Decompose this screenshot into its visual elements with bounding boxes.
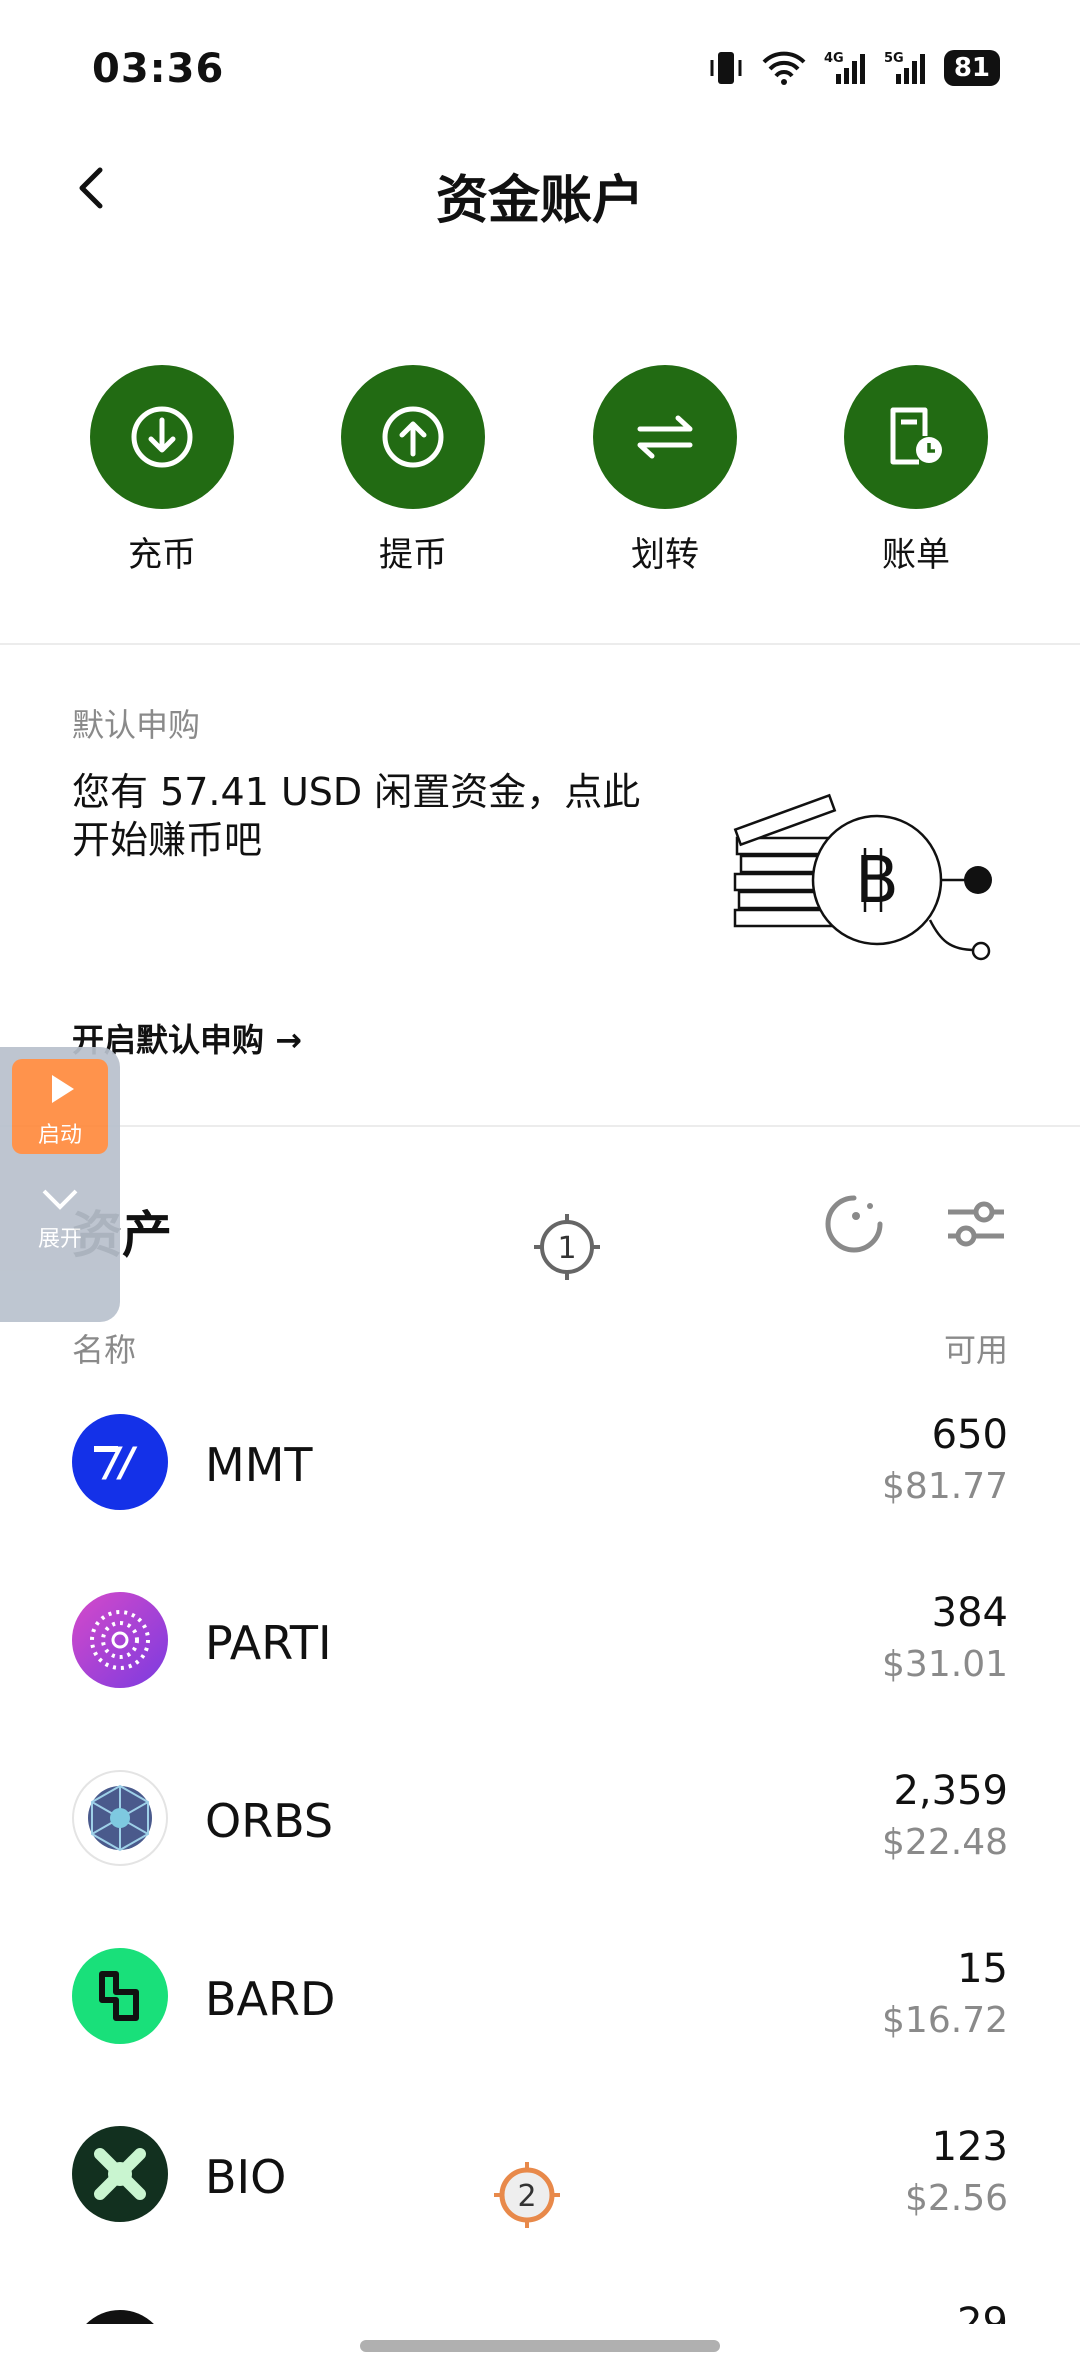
status-bar: 03:36 4G 5G 81 [0, 0, 1080, 130]
asset-symbol: PARTI [205, 1616, 332, 1670]
header: 资金账户 [0, 130, 1080, 250]
partial-coin-icon [72, 2310, 168, 2324]
withdraw-button[interactable]: 提币 [323, 365, 503, 576]
parti-coin-icon [72, 1592, 168, 1688]
withdraw-label: 提币 [379, 535, 447, 575]
expand-button[interactable]: 展开 [0, 1187, 120, 1253]
column-header-name: 名称 [72, 1331, 137, 1369]
action-bar: 充币 提币 划转 账单 [0, 365, 1080, 585]
divider [0, 643, 1080, 645]
asset-symbol: BARD [205, 1972, 336, 2026]
bio-coin-icon [72, 2126, 168, 2222]
transfer-icon [637, 415, 693, 459]
vibrate-icon [710, 52, 742, 84]
asset-amount: 15 [957, 1946, 1008, 1992]
tap-marker-2: 2 [494, 2162, 560, 2228]
asset-symbol: ORBS [205, 1794, 334, 1848]
withdraw-icon [382, 406, 444, 468]
bill-icon [890, 407, 942, 465]
start-button[interactable]: 启动 [12, 1059, 108, 1154]
signal-4g-icon: 4G [824, 51, 865, 84]
asset-row-bard[interactable]: BARD 15 $16.72 [0, 1934, 1080, 2084]
promo-text: 您有 57.41 USD 闲置资金，点此开始赚币吧 [72, 770, 641, 862]
asset-row-mmt[interactable]: // MMT 650 $81.77 [0, 1400, 1080, 1550]
asset-amount: 384 [931, 1590, 1008, 1636]
bill-button[interactable]: 账单 [826, 365, 1006, 576]
asset-usd-value: $22.48 [882, 1822, 1008, 1863]
chevron-down-icon [42, 1189, 78, 1210]
column-header-available: 可用 [943, 1331, 1008, 1369]
promo-label: 默认申购 [72, 706, 201, 744]
bitcoin-coins-illustration: B [733, 793, 992, 961]
status-time: 03:36 [92, 46, 225, 92]
deposit-label: 充币 [128, 535, 196, 575]
asset-amount: 29 [957, 2300, 1008, 2324]
svg-text:4G: 4G [824, 51, 844, 66]
asset-usd-value: $16.72 [882, 2000, 1008, 2041]
bill-label: 账单 [882, 535, 950, 575]
status-icons: 4G 5G 81 [708, 48, 1000, 88]
orbs-coin-icon [72, 1770, 168, 1866]
start-label: 启动 [37, 1123, 82, 1148]
asset-amount: 2,359 [893, 1768, 1008, 1814]
wifi-icon [762, 51, 806, 85]
asset-row-orbs[interactable]: ORBS 2,359 $22.48 [0, 1756, 1080, 1906]
asset-row-parti[interactable]: PARTI 384 $31.01 [0, 1578, 1080, 1728]
assets-toolbar [822, 1192, 1008, 1256]
signal-5g-icon: 5G [884, 51, 925, 84]
floating-automation-panel: 启动 展开 [0, 1047, 120, 1322]
asset-usd-value: $81.77 [882, 1466, 1008, 1507]
divider [0, 1125, 1080, 1127]
deposit-icon [131, 406, 193, 468]
asset-usd-value: $31.01 [882, 1644, 1008, 1685]
asset-symbol: MMT [205, 1438, 313, 1492]
hide-small-assets-icon[interactable] [822, 1192, 886, 1256]
mmt-coin-icon: // [72, 1414, 168, 1510]
svg-text:1: 1 [557, 1231, 576, 1266]
deposit-button[interactable]: 充币 [72, 365, 252, 576]
expand-label: 展开 [37, 1227, 82, 1252]
page-title: 资金账户 [435, 171, 644, 231]
tap-marker-1: 1 [534, 1214, 600, 1280]
battery-indicator: 81 [943, 50, 1000, 86]
asset-amount: 123 [931, 2124, 1008, 2170]
home-indicator[interactable] [360, 2340, 720, 2352]
asset-usd-value: $2.56 [904, 2178, 1008, 2219]
transfer-button[interactable]: 划转 [575, 365, 755, 576]
svg-text:B: B [855, 844, 899, 918]
asset-amount: 650 [931, 1412, 1008, 1458]
play-icon [52, 1075, 74, 1103]
filter-settings-icon[interactable] [944, 1192, 1008, 1256]
svg-text:5G: 5G [884, 51, 904, 66]
bard-coin-icon [72, 1948, 168, 2044]
svg-text:2: 2 [517, 2179, 536, 2214]
transfer-label: 划转 [631, 535, 699, 575]
asset-row-partial[interactable]: 29 [0, 2290, 1080, 2324]
asset-symbol: BIO [205, 2150, 287, 2204]
